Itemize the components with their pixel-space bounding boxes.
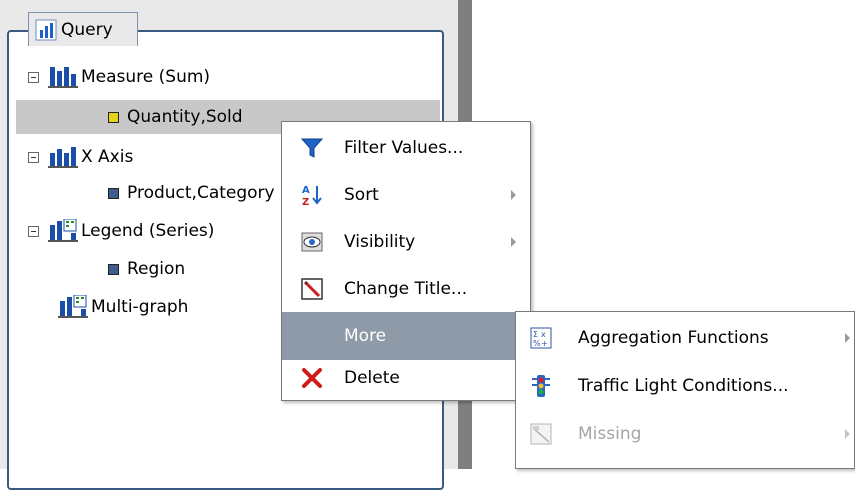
- tree-node-label: Region: [127, 259, 186, 279]
- collapse-icon[interactable]: [28, 151, 39, 163]
- sort-az-icon: A Z: [302, 185, 322, 207]
- legend-chart-icon: [48, 219, 78, 242]
- menu-item-more[interactable]: More: [282, 312, 530, 360]
- submenu-item-aggregation-functions[interactable]: Σ x % + Aggregation Functions: [516, 314, 854, 362]
- collapse-icon[interactable]: [28, 71, 39, 83]
- tree-node-label: Product,Category: [127, 183, 275, 203]
- chart-icon: [35, 19, 57, 40]
- menu-item-visibility[interactable]: Visibility: [282, 218, 530, 266]
- tree-node-legend-series[interactable]: Legend (Series): [28, 214, 214, 248]
- query-tab[interactable]: Query: [28, 12, 138, 46]
- submenu-arrow-icon: [511, 237, 516, 247]
- more-submenu: Σ x % + Aggregation Functions Traffic Li…: [515, 311, 855, 469]
- traffic-light-icon: [532, 375, 550, 397]
- svg-text:%: %: [533, 339, 541, 348]
- collapse-icon[interactable]: [28, 225, 39, 237]
- tree-node-product-category[interactable]: Product,Category: [108, 176, 288, 210]
- submenu-item-traffic-light-conditions[interactable]: Traffic Light Conditions...: [516, 362, 854, 410]
- menu-item-change-title[interactable]: Change Title...: [282, 265, 530, 313]
- aggregation-icon: Σ x % +: [530, 327, 552, 349]
- funnel-icon: [300, 138, 324, 158]
- legend-chart-icon: [58, 295, 88, 318]
- svg-text:+: +: [541, 339, 548, 348]
- menu-item-sort[interactable]: A Z Sort: [282, 171, 530, 219]
- tree-node-label: Quantity,Sold: [127, 107, 243, 127]
- tree-node-measure[interactable]: Measure (Sum): [28, 60, 210, 94]
- eye-icon: [301, 232, 323, 252]
- menu-item-filter-values[interactable]: Filter Values...: [282, 124, 530, 172]
- tree-node-label: X Axis: [81, 147, 134, 167]
- tree-node-region[interactable]: Region: [108, 252, 185, 286]
- tree-node-label: Measure (Sum): [81, 67, 211, 87]
- delete-x-icon: [302, 368, 322, 388]
- pencil-icon: [301, 278, 323, 300]
- submenu-item-missing[interactable]: Missing: [516, 410, 854, 458]
- submenu-arrow-icon: [511, 190, 516, 200]
- blue-square-icon: [108, 263, 119, 275]
- bar-chart-icon: [48, 67, 78, 88]
- submenu-arrow-icon: [845, 333, 850, 343]
- bar-chart-icon: [48, 147, 78, 168]
- tree-node-multi-graph[interactable]: Multi-graph: [58, 290, 188, 324]
- missing-icon: [530, 423, 552, 445]
- tree-node-x-axis[interactable]: X Axis: [28, 140, 133, 174]
- svg-text:Σ: Σ: [533, 330, 538, 339]
- tree-node-label: Multi-graph: [91, 297, 189, 317]
- context-menu: Filter Values... A Z Sort Visibility Cha…: [281, 121, 531, 401]
- blue-square-icon: [108, 187, 119, 199]
- yellow-square-icon: [108, 111, 119, 123]
- svg-text:x: x: [541, 330, 546, 339]
- submenu-arrow-icon: [845, 429, 850, 439]
- tree-node-label: Legend (Series): [81, 221, 215, 241]
- svg-text:Z: Z: [302, 197, 309, 207]
- svg-text:A: A: [302, 185, 310, 196]
- query-tab-label: Query: [61, 19, 113, 40]
- menu-item-delete[interactable]: Delete: [282, 354, 530, 402]
